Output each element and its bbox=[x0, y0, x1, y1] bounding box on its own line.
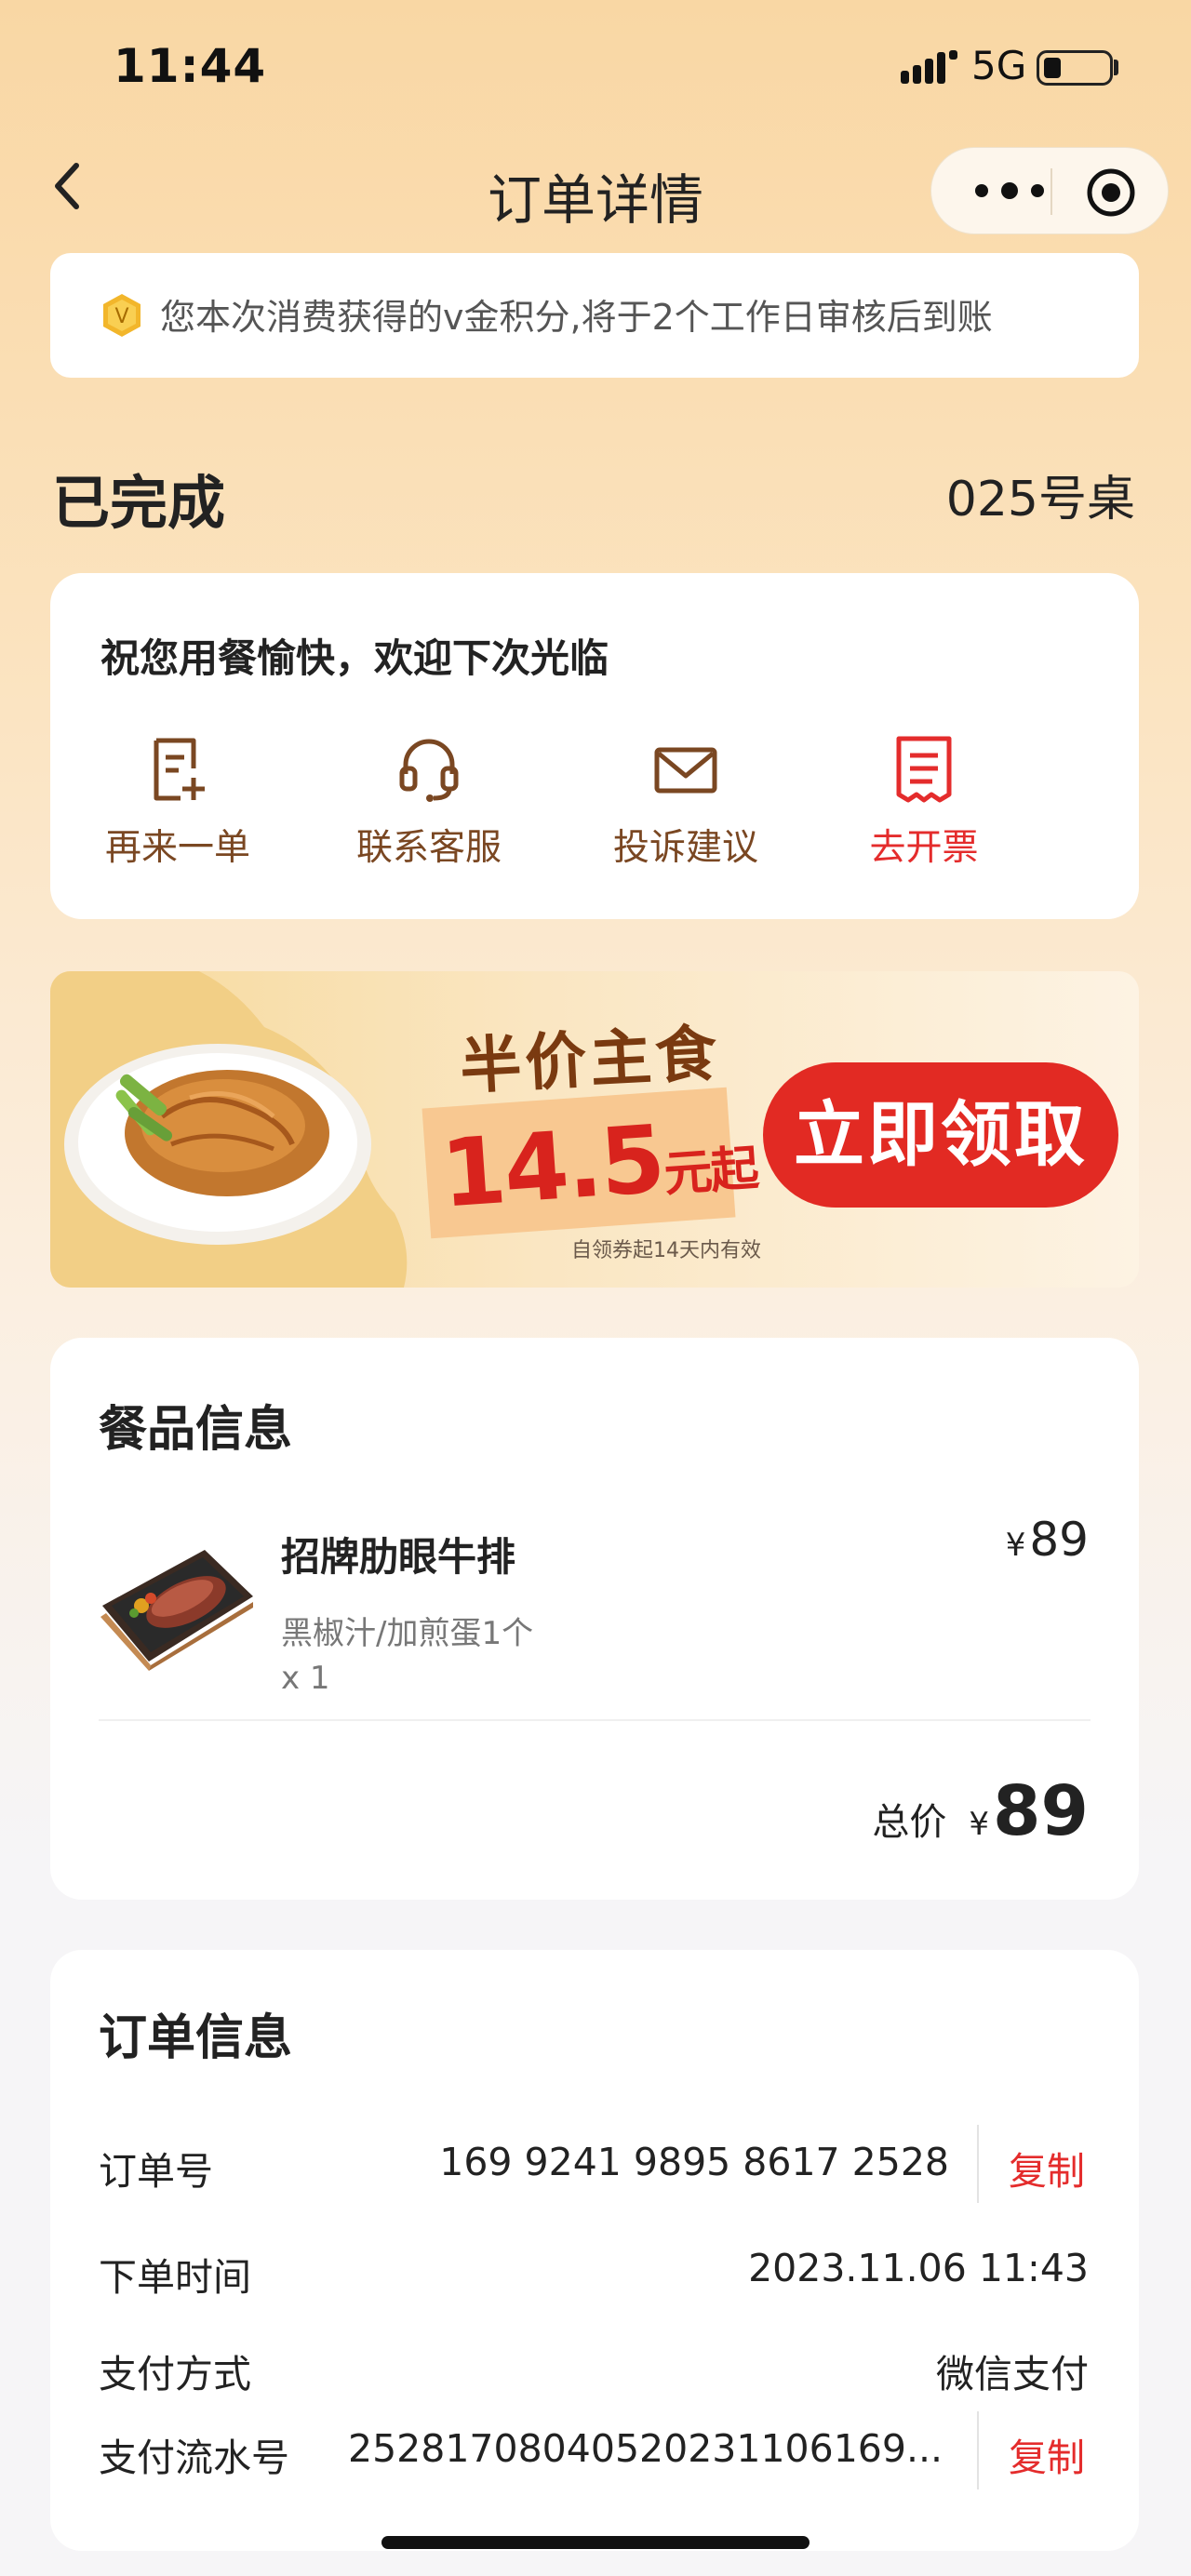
dish-quantity: x 1 bbox=[281, 1660, 330, 1697]
complaint-button[interactable]: 投诉建议 bbox=[579, 735, 793, 871]
order-status: 已完成 bbox=[52, 469, 226, 537]
copy-order-number-button[interactable]: 复制 bbox=[1009, 2140, 1085, 2196]
customer-service-button[interactable]: 联系客服 bbox=[322, 735, 536, 871]
payment-serial-value: 2528170804052023110616​9... bbox=[348, 2426, 943, 2471]
svg-text:V: V bbox=[114, 305, 128, 328]
noodle-dish-image bbox=[64, 1044, 371, 1245]
dish-spec: 黑椒汁/加煎蛋1个 bbox=[281, 1615, 534, 1652]
promo-fine-print: 自领券起14天内有效 bbox=[571, 1239, 761, 1262]
dish-price: ¥89 bbox=[1005, 1513, 1089, 1567]
points-notice: V 您本次消费获得的v金积分,将于2个工作日审核后到账 bbox=[50, 253, 1139, 378]
food-section-title: 餐品信息 bbox=[99, 1402, 293, 1458]
headset-icon bbox=[399, 739, 459, 802]
order-number-value: 169 9241 9895 8617 2528 bbox=[439, 2140, 949, 2184]
more-dots-icon[interactable] bbox=[969, 174, 1050, 207]
greeting-card: 祝您用餐愉快，欢迎下次光临 再来一单 联系客服 投诉建议 去开票 bbox=[50, 573, 1139, 919]
mini-program-capsule bbox=[930, 147, 1169, 234]
dish-name: 招牌肋眼牛排 bbox=[281, 1534, 516, 1580]
invoice-icon bbox=[896, 736, 952, 803]
v-gold-icon: V bbox=[103, 294, 141, 337]
order-time-value: 2023.11.06 11:43 bbox=[748, 2246, 1089, 2290]
order-info-card: 订单信息 订单号 169 9241 9895 8617 2528 复制 下单时间… bbox=[50, 1950, 1139, 2551]
food-info-card: 餐品信息 招牌肋眼牛排 ¥89 黑椒汁/加煎蛋1个 x 1 总价 ¥89 bbox=[50, 1338, 1139, 1900]
promo-price: 14.5元起 bbox=[437, 1104, 759, 1229]
copy-payment-serial-button[interactable]: 复制 bbox=[1009, 2426, 1085, 2482]
order-number-label: 订单号 bbox=[99, 2149, 213, 2194]
target-icon[interactable] bbox=[1085, 167, 1137, 219]
payment-serial-label: 支付流水号 bbox=[99, 2436, 289, 2480]
signal-icon bbox=[901, 50, 957, 84]
battery-icon bbox=[1037, 50, 1113, 86]
promo-banner[interactable]: 半价主食 14.5元起 立即领取 自领券起14天内有效 bbox=[50, 971, 1139, 1288]
steak-image bbox=[100, 1550, 253, 1671]
invoice-button[interactable]: 去开票 bbox=[817, 735, 1031, 871]
order-section-title: 订单信息 bbox=[99, 2010, 293, 2066]
order-time-label: 下单时间 bbox=[99, 2255, 251, 2300]
reorder-icon bbox=[154, 738, 205, 801]
mail-icon bbox=[654, 747, 717, 794]
greeting-title: 祝您用餐愉快，欢迎下次光临 bbox=[100, 635, 609, 681]
payment-method-value: 微信支付 bbox=[936, 2352, 1089, 2396]
notice-text: 您本次消费获得的v金积分,将于2个工作日审核后到账 bbox=[160, 297, 993, 338]
table-number: 025号桌 bbox=[945, 472, 1135, 527]
claim-button[interactable]: 立即领取 bbox=[763, 1062, 1118, 1208]
network-type: 5G bbox=[971, 43, 1027, 88]
status-time: 11:44 bbox=[114, 39, 267, 93]
total-price: 总价 ¥89 bbox=[872, 1771, 1089, 1851]
divider bbox=[99, 1719, 1091, 1721]
home-indicator[interactable] bbox=[381, 2536, 810, 2549]
payment-method-label: 支付方式 bbox=[99, 2352, 251, 2396]
reorder-button[interactable]: 再来一单 bbox=[71, 735, 285, 871]
